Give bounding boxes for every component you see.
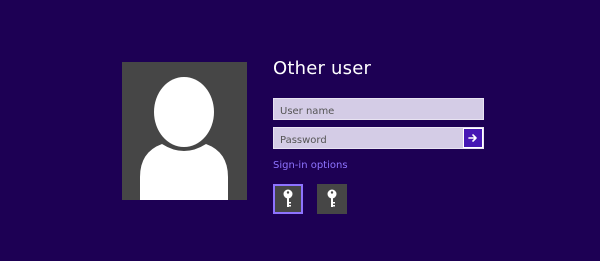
arrow-right-icon — [468, 134, 477, 142]
password-input[interactable] — [274, 130, 462, 151]
key-icon — [327, 189, 337, 207]
submit-button[interactable] — [463, 128, 483, 148]
page-title: Other user — [273, 58, 372, 79]
signin-options-link[interactable]: Sign-in options — [273, 160, 348, 171]
username-field-container — [273, 98, 484, 122]
password-field-container — [273, 127, 484, 151]
user-avatar — [122, 62, 247, 200]
lock-screen: Other user Sign-in options — [0, 0, 600, 261]
key-icon — [283, 189, 293, 207]
signin-option-key[interactable] — [317, 184, 347, 214]
signin-option-password[interactable] — [273, 184, 303, 214]
user-silhouette-icon — [140, 77, 228, 200]
username-input[interactable] — [274, 101, 483, 122]
